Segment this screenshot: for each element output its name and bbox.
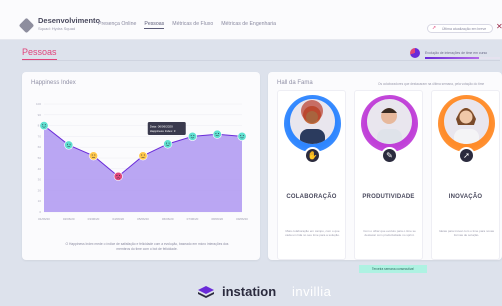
mood-eye: [116, 175, 118, 177]
happiness-chart-svg: 010203040506070809010001/06/20 02/06/20 03…: [36, 102, 248, 221]
mood-point-neutral: [138, 151, 148, 161]
x-tick-label: 05/06/20: [137, 217, 149, 221]
avatar: [444, 99, 489, 144]
mood-eye: [143, 154, 145, 156]
y-tick-label: 70: [38, 134, 42, 138]
hall-card-produtividade[interactable]: ✎ PRODUTIVIDADE Com o olhar que evoluíu …: [354, 90, 427, 273]
evolution-text: Evolução de interações de time em curso: [425, 51, 488, 55]
evolution-progress: [425, 57, 500, 59]
x-tick-label: 04/06/20: [112, 217, 124, 221]
y-tick-label: 0: [39, 210, 41, 214]
mood-point-neutral: [88, 151, 98, 161]
y-tick-label: 40: [38, 167, 42, 171]
brand-subtitle: Squad: Hydra Squad: [38, 26, 76, 31]
brand-title: Desenvolvimento: [38, 16, 101, 25]
mood-eye: [42, 124, 44, 126]
y-tick-label: 50: [38, 156, 42, 160]
mood-eye: [66, 143, 68, 145]
mood-eye: [119, 175, 121, 177]
instation-logo-icon: [198, 286, 214, 298]
happiness-card: Happiness Index 0 10 20 30 40 50 60 70 80 90 100 01…: [22, 72, 260, 260]
y-tick-label: 60: [38, 145, 42, 149]
mood-point-happy: [39, 121, 49, 131]
hall-subtitle: Os colaboradores que destacaram na últim…: [378, 82, 485, 86]
y-tick-label: 90: [38, 113, 42, 117]
hall-card-desc: Com o olhar que evoluíu para o time se d…: [363, 229, 416, 238]
mood-eye: [218, 132, 220, 134]
mood-eye: [168, 142, 170, 144]
x-tick-label: 07/06/20: [187, 217, 199, 221]
hall-of-fame-card: Hall da Fama Os colaboradores que destac…: [268, 72, 502, 273]
mood-point-sad: [113, 171, 123, 181]
hall-card-label: PRODUTIVIDADE: [362, 194, 415, 200]
mood-point-happy: [64, 140, 74, 150]
y-tick-label: 30: [38, 178, 42, 182]
mood-eye: [91, 154, 93, 156]
mood-eye: [215, 132, 217, 134]
tooltip-line: Data: 06/06/2020: [150, 124, 173, 128]
footer-brand-instation: instation: [222, 284, 277, 299]
update-pill[interactable]: Última atualização em breve: [427, 24, 493, 33]
y-tick-label: 20: [38, 188, 42, 192]
happiness-title: Happiness Index: [31, 80, 76, 86]
mood-eye: [240, 135, 242, 137]
main-nav: Presença Online Pessoas Métricas de Flux…: [98, 21, 276, 29]
mood-eye: [190, 135, 192, 137]
happiness-caption: O Happiness Index mede o índice de satis…: [65, 242, 229, 251]
evolution-progress-fill: [425, 57, 479, 59]
mood-point-happy: [188, 131, 198, 141]
app-logo-icon: [18, 17, 35, 34]
happiness-area: [44, 125, 242, 212]
avatar: [290, 99, 335, 144]
section-divider: [22, 60, 500, 61]
rocket-icon: ➚: [458, 147, 475, 164]
happiness-chart: 0 10 20 30 40 50 60 70 80 90 100 01/06/20 02/06/20 03…: [30, 100, 252, 230]
hall-card-colaboracao[interactable]: ✋ COLABORAÇÃO Mais colaboração em campo,…: [277, 90, 346, 260]
mood-eye: [242, 135, 244, 137]
mood-point-happy: [212, 129, 222, 139]
hall-title: Hall da Fama: [277, 80, 313, 86]
tool-icon: ✎: [381, 147, 398, 164]
x-tick-label: 03/06/20: [88, 217, 100, 221]
avatar: [367, 99, 412, 144]
tooltip-line: Happiness Index: 3: [150, 129, 176, 133]
nav-item-presenca[interactable]: Presença Online: [98, 21, 136, 29]
hall-card-label: COLABORAÇÃO: [286, 194, 337, 200]
close-icon[interactable]: ✕: [496, 22, 502, 31]
page-title: Pessoas: [22, 47, 57, 57]
mood-point-happy: [237, 131, 247, 141]
mood-point-happy: [163, 139, 173, 149]
mood-eye: [193, 135, 195, 137]
hall-card-inovacao[interactable]: ➚ INOVAÇÃO Ideias para inovar com o time…: [431, 90, 500, 260]
evolution-icon: [410, 48, 420, 58]
nav-item-pessoas[interactable]: Pessoas: [144, 21, 165, 29]
x-tick-label: 02/06/20: [63, 217, 75, 221]
x-tick-label: 09/06/20: [236, 217, 248, 221]
y-tick-label: 10: [38, 199, 42, 203]
mood-eye: [165, 142, 167, 144]
mood-eye: [44, 124, 46, 126]
x-tick-label: 08/06/20: [211, 217, 223, 221]
mood-eye: [141, 154, 143, 156]
top-bar: Desenvolvimento Squad: Hydra Squad Prese…: [0, 0, 502, 40]
mood-eye: [69, 143, 71, 145]
y-tick-label: 100: [36, 102, 41, 106]
mood-eye: [94, 154, 96, 156]
streak-badge: Terceira semana consecutiva!: [359, 265, 427, 273]
footer-brand-invillia: invillia: [292, 284, 332, 299]
x-tick-label: 06/06/20: [162, 217, 174, 221]
nav-item-fluxo[interactable]: Métricas de Fluxo: [172, 21, 213, 29]
hand-icon: ✋: [304, 147, 321, 164]
pin-icon: ➚: [432, 25, 437, 31]
x-tick-label: 01/06/20: [38, 217, 50, 221]
hall-card-desc: Ideias para inovar com o time para novas…: [438, 229, 495, 238]
hall-card-label: INOVAÇÃO: [448, 194, 483, 200]
hall-card-desc: Mais colaboração em campo, com o que cad…: [285, 229, 340, 238]
nav-item-engenharia[interactable]: Métricas de Engenharia: [221, 21, 276, 29]
